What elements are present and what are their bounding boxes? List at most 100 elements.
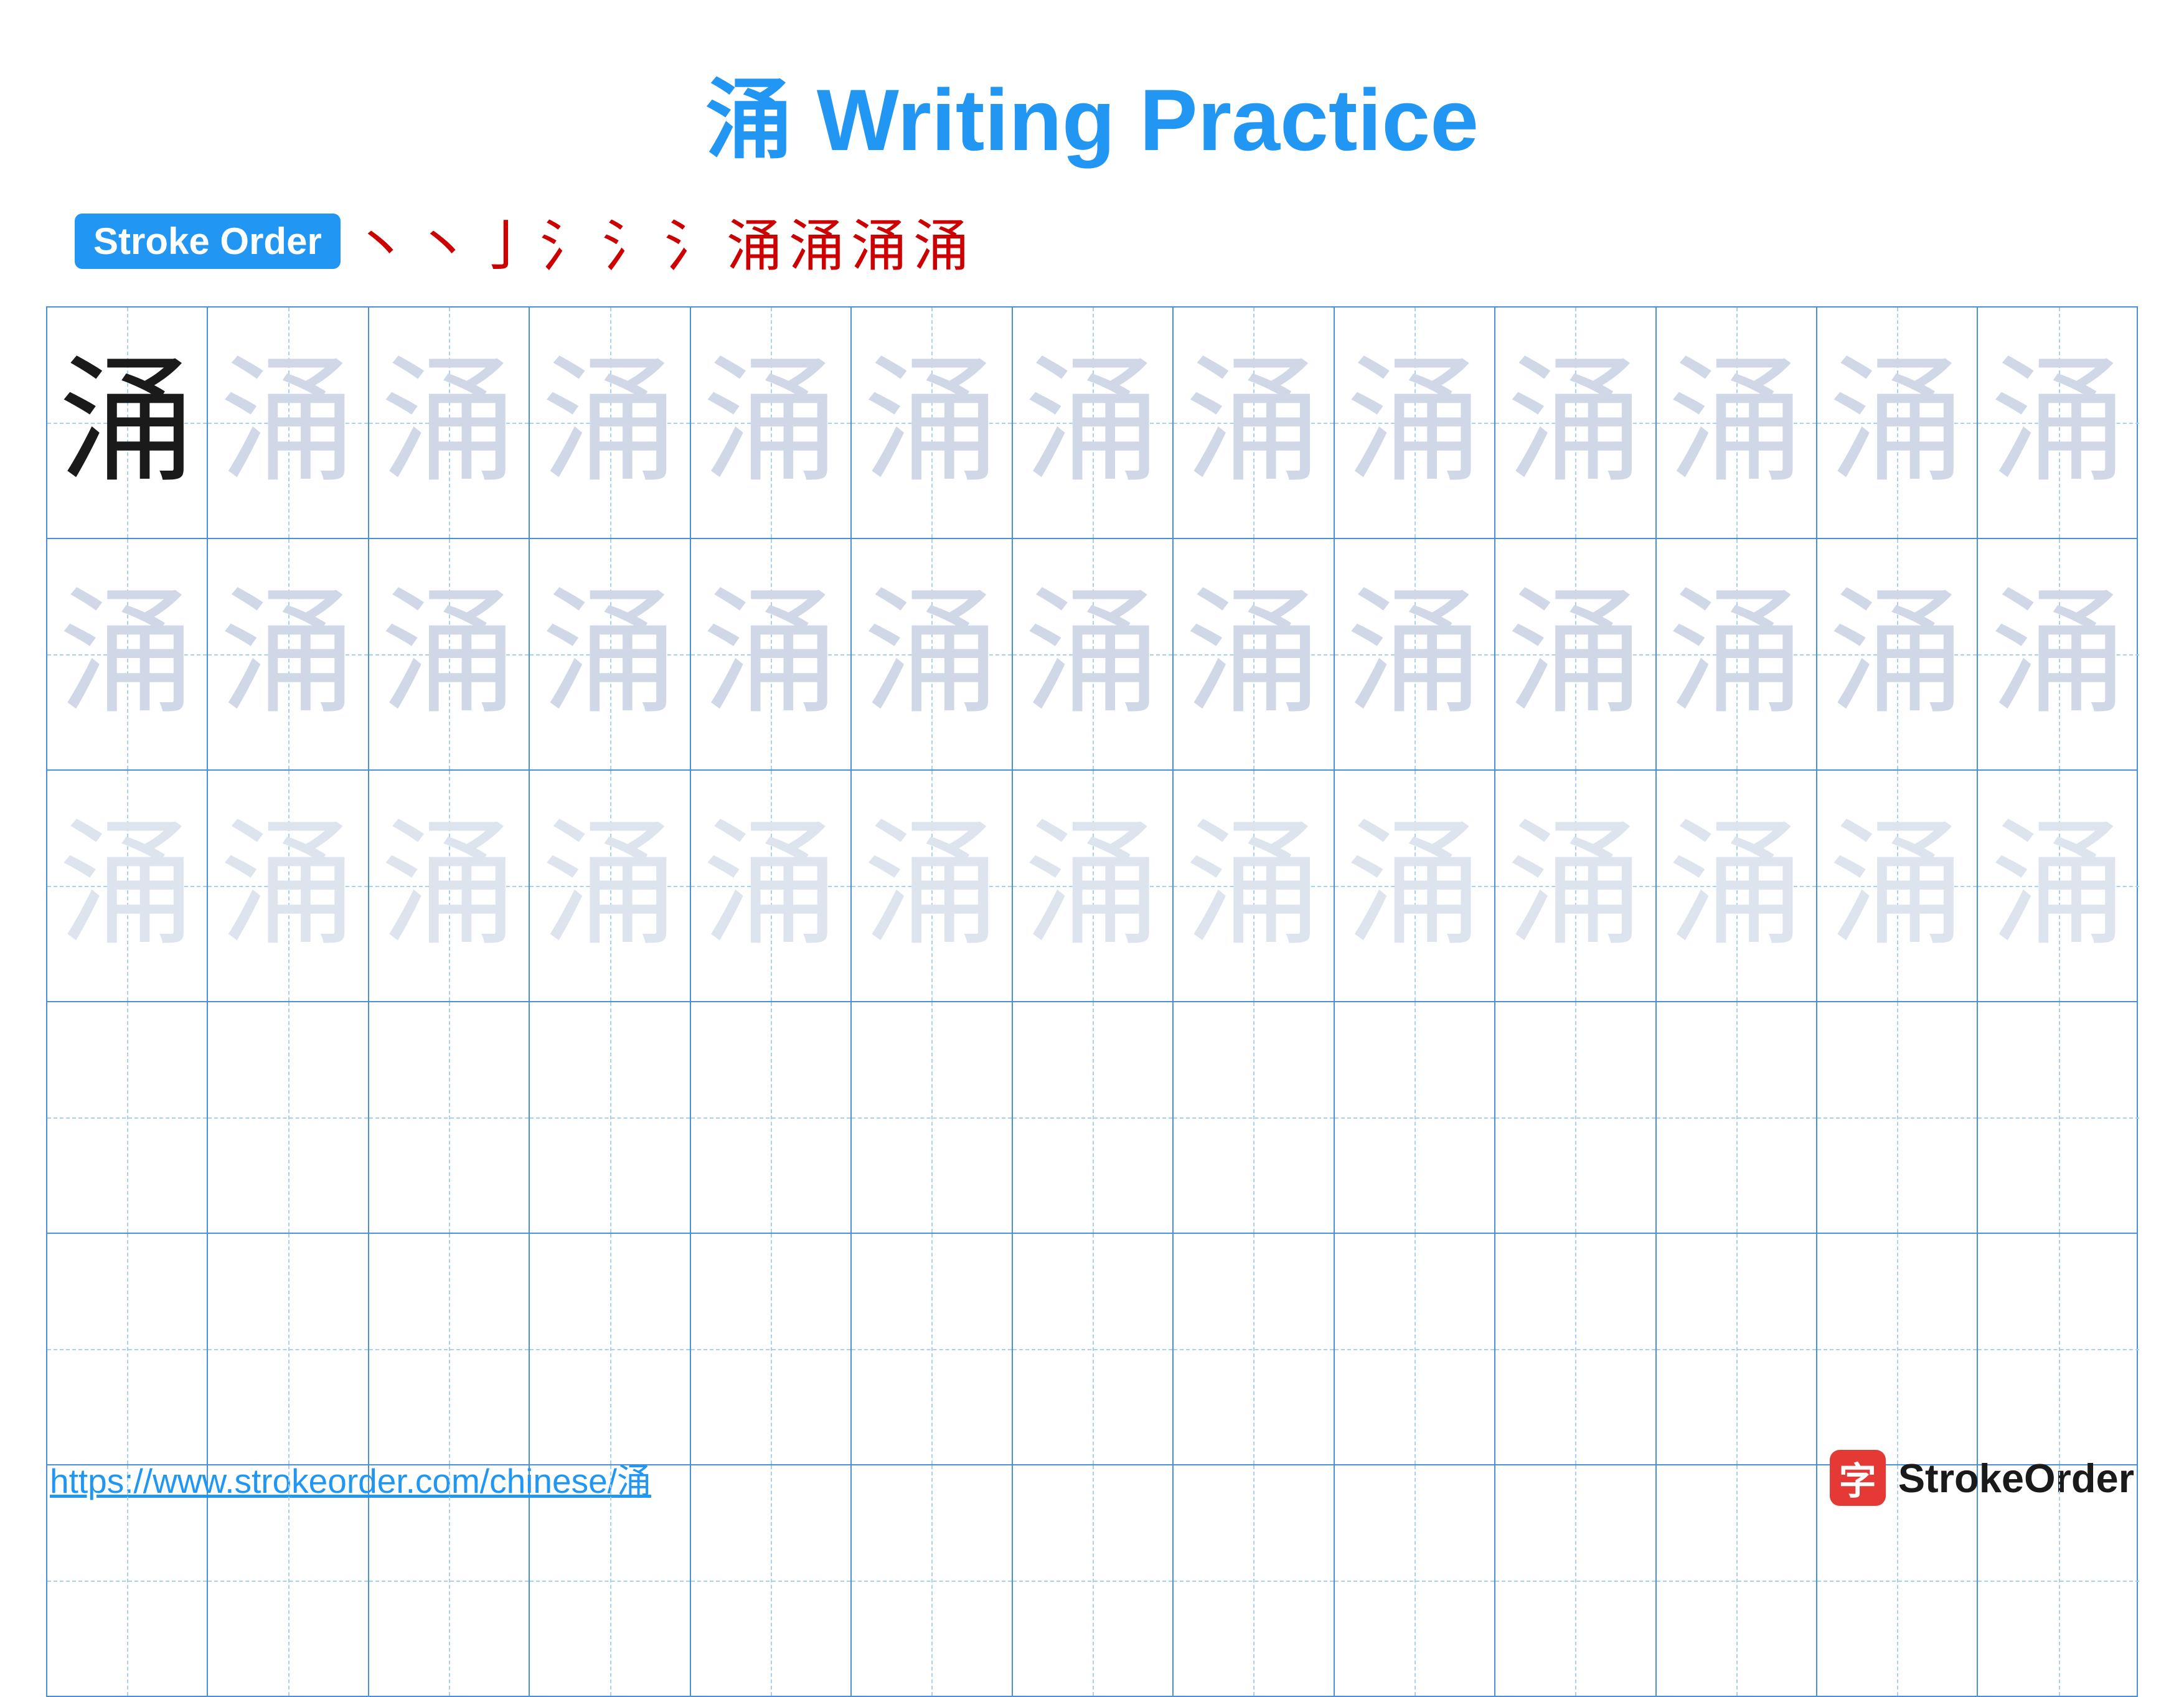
grid-cell xyxy=(1657,1002,1817,1233)
char-display: 涌 xyxy=(1668,354,1805,491)
grid-cell: 涌 xyxy=(852,308,1012,538)
grid-cell xyxy=(852,1002,1012,1233)
grid-cell xyxy=(1817,1002,1978,1233)
grid-cell: 涌 xyxy=(530,539,690,769)
char-display: 涌 xyxy=(1829,817,1965,954)
grid-cell: 涌 xyxy=(1978,539,2139,769)
char-display: 涌 xyxy=(1185,354,1322,491)
char-display: 涌 xyxy=(1024,817,1161,954)
grid-cell: 涌 xyxy=(1657,539,1817,769)
grid-cell: 涌 xyxy=(1657,308,1817,538)
grid-cell: 涌 xyxy=(1335,771,1495,1001)
grid-cell: 涌 xyxy=(1335,308,1495,538)
stroke-sequence: 丶 丶 亅 氵 氵 氵 涌 涌 涌 涌 xyxy=(353,200,969,281)
grid-cell xyxy=(1335,1002,1495,1233)
grid-cell: 涌 xyxy=(369,771,530,1001)
char-display: 涌 xyxy=(380,817,517,954)
grid-cell: 涌 xyxy=(1817,308,1978,538)
char-display: 涌 xyxy=(1668,817,1805,954)
stroke-7: 涌 xyxy=(727,200,783,281)
stroke-9: 涌 xyxy=(851,200,907,281)
grid-cell: 涌 xyxy=(691,771,852,1001)
grid-cell: 涌 xyxy=(1174,771,1334,1001)
grid-cell xyxy=(369,1002,530,1233)
stroke-4: 氵 xyxy=(540,200,596,281)
grid-cell: 涌 xyxy=(1174,539,1334,769)
grid-cell xyxy=(691,1002,852,1233)
char-display: 涌 xyxy=(542,354,679,491)
page: 涌 Writing Practice Stroke Order 丶 丶 亅 氵 … xyxy=(0,0,2184,1543)
grid-cell: 涌 xyxy=(1978,308,2139,538)
grid-cell: 涌 xyxy=(1013,771,1174,1001)
char-display: 涌 xyxy=(1185,586,1322,723)
grid-cell xyxy=(1495,1002,1656,1233)
char-display: 涌 xyxy=(1346,586,1483,723)
stroke-order-badge: Stroke Order xyxy=(75,214,341,269)
grid-cell: 涌 xyxy=(1013,308,1174,538)
char-display: 涌 xyxy=(702,586,839,723)
grid-cell: 涌 xyxy=(47,771,208,1001)
char-display: 涌 xyxy=(1185,817,1322,954)
grid-cell xyxy=(691,1234,852,1464)
grid-cell xyxy=(1817,1234,1978,1464)
grid-cell: 涌 xyxy=(369,308,530,538)
grid-cell: 涌 xyxy=(1335,539,1495,769)
grid-row-1: 涌 涌 涌 涌 涌 涌 涌 涌 涌 涌 涌 涌 涌 xyxy=(47,308,2137,539)
char-display: 涌 xyxy=(59,817,195,954)
char-display: 涌 xyxy=(1346,354,1483,491)
char-display: 涌 xyxy=(1990,354,2127,491)
grid-cell: 涌 xyxy=(530,308,690,538)
grid-cell xyxy=(47,1234,208,1464)
grid-cell: 涌 xyxy=(1657,771,1817,1001)
char-display: 涌 xyxy=(542,586,679,723)
page-title: 涌 Writing Practice xyxy=(705,50,1479,176)
grid-cell xyxy=(1495,1234,1656,1464)
grid-cell xyxy=(530,1002,690,1233)
stroke-1: 丶 xyxy=(353,200,409,281)
grid-cell xyxy=(47,1002,208,1233)
grid-cell: 涌 xyxy=(691,539,852,769)
grid-cell: 涌 xyxy=(852,771,1012,1001)
grid-cell xyxy=(1978,1234,2139,1464)
char-display: 涌 xyxy=(220,586,357,723)
grid-cell xyxy=(1013,1002,1174,1233)
stroke-8: 涌 xyxy=(789,200,845,281)
grid-row-4 xyxy=(47,1002,2137,1234)
grid-cell: 涌 xyxy=(1495,308,1656,538)
grid-cell xyxy=(1174,1234,1334,1464)
stroke-5: 氵 xyxy=(602,200,658,281)
stroke-6: 氵 xyxy=(664,200,720,281)
char-display: 涌 xyxy=(702,817,839,954)
grid-row-3: 涌 涌 涌 涌 涌 涌 涌 涌 涌 涌 涌 涌 涌 xyxy=(47,771,2137,1002)
char-display: 涌 xyxy=(1990,817,2127,954)
char-display: 涌 xyxy=(380,586,517,723)
brand-icon: 字 xyxy=(1830,1450,1886,1506)
char-display: 涌 xyxy=(1024,586,1161,723)
char-display: 涌 xyxy=(220,817,357,954)
char-display: 涌 xyxy=(380,354,517,491)
char-display: 涌 xyxy=(59,586,195,723)
char-display: 涌 xyxy=(59,354,195,491)
char-display: 涌 xyxy=(863,586,1000,723)
grid-cell xyxy=(1174,1002,1334,1233)
grid-cell xyxy=(208,1234,369,1464)
stroke-order-row: Stroke Order 丶 丶 亅 氵 氵 氵 涌 涌 涌 涌 xyxy=(50,200,2134,281)
grid-cell xyxy=(1978,1002,2139,1233)
char-display: 涌 xyxy=(1829,354,1965,491)
grid-row-5 xyxy=(47,1234,2137,1465)
char-display: 涌 xyxy=(863,354,1000,491)
char-display: 涌 xyxy=(1668,586,1805,723)
grid-cell: 涌 xyxy=(1817,539,1978,769)
grid-cell: 涌 xyxy=(1013,539,1174,769)
char-display: 涌 xyxy=(220,354,357,491)
footer-brand: 字 StrokeOrder xyxy=(1830,1450,2134,1506)
grid-cell xyxy=(369,1234,530,1464)
grid-row-2: 涌 涌 涌 涌 涌 涌 涌 涌 涌 涌 涌 涌 涌 xyxy=(47,539,2137,771)
footer-url[interactable]: https://www.strokeorder.com/chinese/涌 xyxy=(50,1453,651,1503)
grid-cell xyxy=(852,1234,1012,1464)
char-display: 涌 xyxy=(1507,586,1644,723)
grid-cell: 涌 xyxy=(852,539,1012,769)
grid-cell: 涌 xyxy=(208,539,369,769)
grid-cell: 涌 xyxy=(530,771,690,1001)
grid-cell xyxy=(1657,1234,1817,1464)
